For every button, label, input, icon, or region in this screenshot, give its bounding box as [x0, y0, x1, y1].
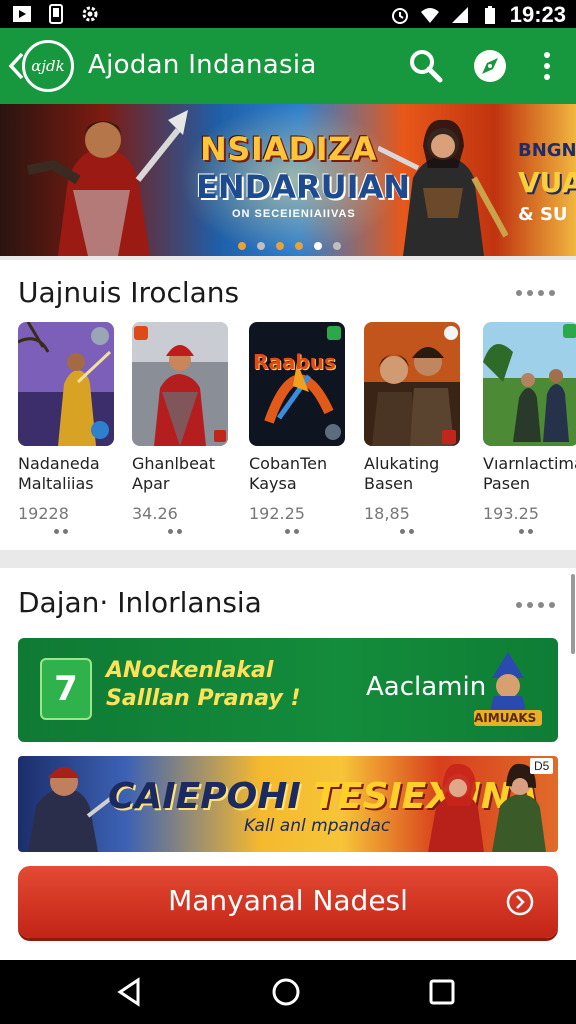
- system-nav-bar: [0, 960, 576, 1024]
- app-thumbnail[interactable]: [132, 322, 228, 446]
- app-size: 19228: [18, 504, 69, 523]
- promo-warrior-image: [28, 767, 114, 852]
- app-name-line1: CobanTen: [249, 454, 328, 473]
- app-size: 192.25: [249, 504, 305, 523]
- app-name-line2: Kaysa: [249, 474, 297, 493]
- banner-hero-warrior-image: [27, 110, 188, 256]
- app-thumbnail[interactable]: Raabus: [249, 322, 345, 446]
- battery-icon: [484, 6, 495, 24]
- clock: 19:23: [509, 2, 566, 27]
- scrollbar-thumb[interactable]: [571, 574, 575, 654]
- promo-corner-badge: D5: [530, 758, 554, 774]
- app-card[interactable]: Vıarnlactima Pasen 193.25: [483, 322, 576, 534]
- carousel-dot[interactable]: [314, 242, 322, 250]
- carousel-dot[interactable]: [333, 242, 341, 250]
- cta-label: Manyanal Nadesl: [168, 884, 408, 917]
- section-title: Dajan· Inlorlansia: [18, 586, 262, 619]
- app-size: 18,85: [364, 504, 410, 523]
- app-size: 34.26: [132, 504, 178, 523]
- app-title: Ajodan Indanasia: [88, 50, 317, 80]
- app-more-icon[interactable]: [285, 529, 359, 534]
- promotions-section: Dajan· Inlorlansia 7 ANockenlakal Sallla…: [0, 568, 576, 960]
- wifi-icon: [420, 8, 439, 23]
- app-name-line1: Vıarnlactima: [483, 454, 576, 473]
- back-triangle-icon[interactable]: [114, 976, 146, 1008]
- play-store-icon: [13, 6, 31, 22]
- app-thumbnail[interactable]: [18, 322, 114, 446]
- app-thumbnail[interactable]: [483, 322, 576, 446]
- more-vert-icon[interactable]: [536, 50, 558, 82]
- home-circle-icon[interactable]: [270, 976, 302, 1008]
- section-more-button[interactable]: [516, 290, 555, 296]
- app-card[interactable]: Nadaneda Maltaliias 19228: [18, 322, 128, 534]
- banner-side-subtitle: VUAN: [518, 166, 576, 199]
- app-card[interactable]: Ghanlbeat Apar 34.26: [132, 322, 242, 534]
- promo-line1: ANockenlakal: [106, 658, 274, 683]
- carousel-dot[interactable]: [276, 242, 284, 250]
- app-name-line1: Ghanlbeat: [132, 454, 216, 473]
- app-carousel: Nadaneda Maltaliias 19228 Ghanlbeat Apar…: [0, 322, 576, 550]
- app-size: 193.25: [483, 504, 539, 523]
- promo-banner-battle[interactable]: CAIEPOHI TESIEXIINA Kall anl mpandac D5: [18, 756, 558, 852]
- signal-icon: [451, 7, 468, 23]
- promo-app-icon: 7: [40, 658, 92, 720]
- app-name-line2: Maltaliias: [18, 474, 94, 493]
- carousel-dot[interactable]: [295, 242, 303, 250]
- compass-icon[interactable]: [472, 48, 508, 84]
- carousel-dots[interactable]: [238, 242, 341, 250]
- section-title: Uajnuis Iroclans: [18, 276, 240, 309]
- app-card[interactable]: Raabus CobanTen Kaysa 192.25: [249, 322, 359, 534]
- search-icon[interactable]: [408, 48, 444, 84]
- gear-icon: [82, 6, 98, 22]
- promo-badge-label: AIMUAKS: [474, 711, 537, 725]
- promo-battle-subtitle: Kall anl mpandac: [244, 816, 391, 836]
- app-name-line2: Apar: [132, 474, 170, 493]
- app-more-icon[interactable]: [54, 529, 128, 534]
- app-name-line2: Basen: [364, 474, 414, 493]
- banner-side-title: BNGNE: [518, 140, 576, 161]
- banner-side-small: & SU: [518, 204, 568, 225]
- app-more-icon[interactable]: [519, 529, 576, 534]
- phone-icon: [49, 4, 63, 24]
- recents-square-icon[interactable]: [426, 976, 458, 1008]
- app-name-line1: Nadaneda: [18, 454, 100, 473]
- promo-app-icon-glyph: 7: [54, 669, 78, 709]
- promo-battle-title-a: CAIEPOHI: [108, 776, 301, 817]
- promo-line2: Salllan Pranay !: [106, 686, 301, 711]
- hero-banner[interactable]: NSIADIZA ENDARUIAN ON SECEIENIAIIVAS BNG…: [0, 104, 576, 256]
- banner-heroine-image: [378, 119, 508, 256]
- status-bar: 19:23: [0, 0, 576, 28]
- promo-action-label[interactable]: Aaclamin: [366, 672, 486, 702]
- thumbnail-logo: Raabus: [253, 350, 336, 374]
- alarm-icon: [391, 8, 408, 24]
- app-bar: ɑjdk Ajodan Indanasia: [0, 28, 576, 104]
- banner-tagline: ON SECEIENIAIIVAS: [232, 208, 356, 220]
- app-logo[interactable]: ɑjdk: [22, 40, 74, 92]
- featured-apps-section: Uajnuis Iroclans Nadaneda Maltaliias 192…: [0, 260, 576, 550]
- app-logo-text: ɑjdk: [31, 57, 65, 75]
- app-more-icon[interactable]: [168, 529, 242, 534]
- carousel-dot[interactable]: [257, 242, 265, 250]
- app-name-line1: Alukating: [364, 454, 440, 473]
- banner-title: NSIADIZA: [200, 130, 377, 168]
- cta-button[interactable]: Manyanal Nadesl: [18, 866, 558, 938]
- arrow-right-circle-icon: [506, 888, 534, 916]
- promo-banner-green[interactable]: 7 ANockenlakal Salllan Pranay ! Aaclamin…: [18, 638, 558, 742]
- app-name-line2: Pasen: [483, 474, 531, 493]
- carousel-dot[interactable]: [238, 242, 246, 250]
- app-more-icon[interactable]: [400, 529, 474, 534]
- app-thumbnail[interactable]: [364, 322, 460, 446]
- app-card[interactable]: Alukating Basen 18,85: [364, 322, 474, 534]
- section-more-button[interactable]: [516, 602, 555, 608]
